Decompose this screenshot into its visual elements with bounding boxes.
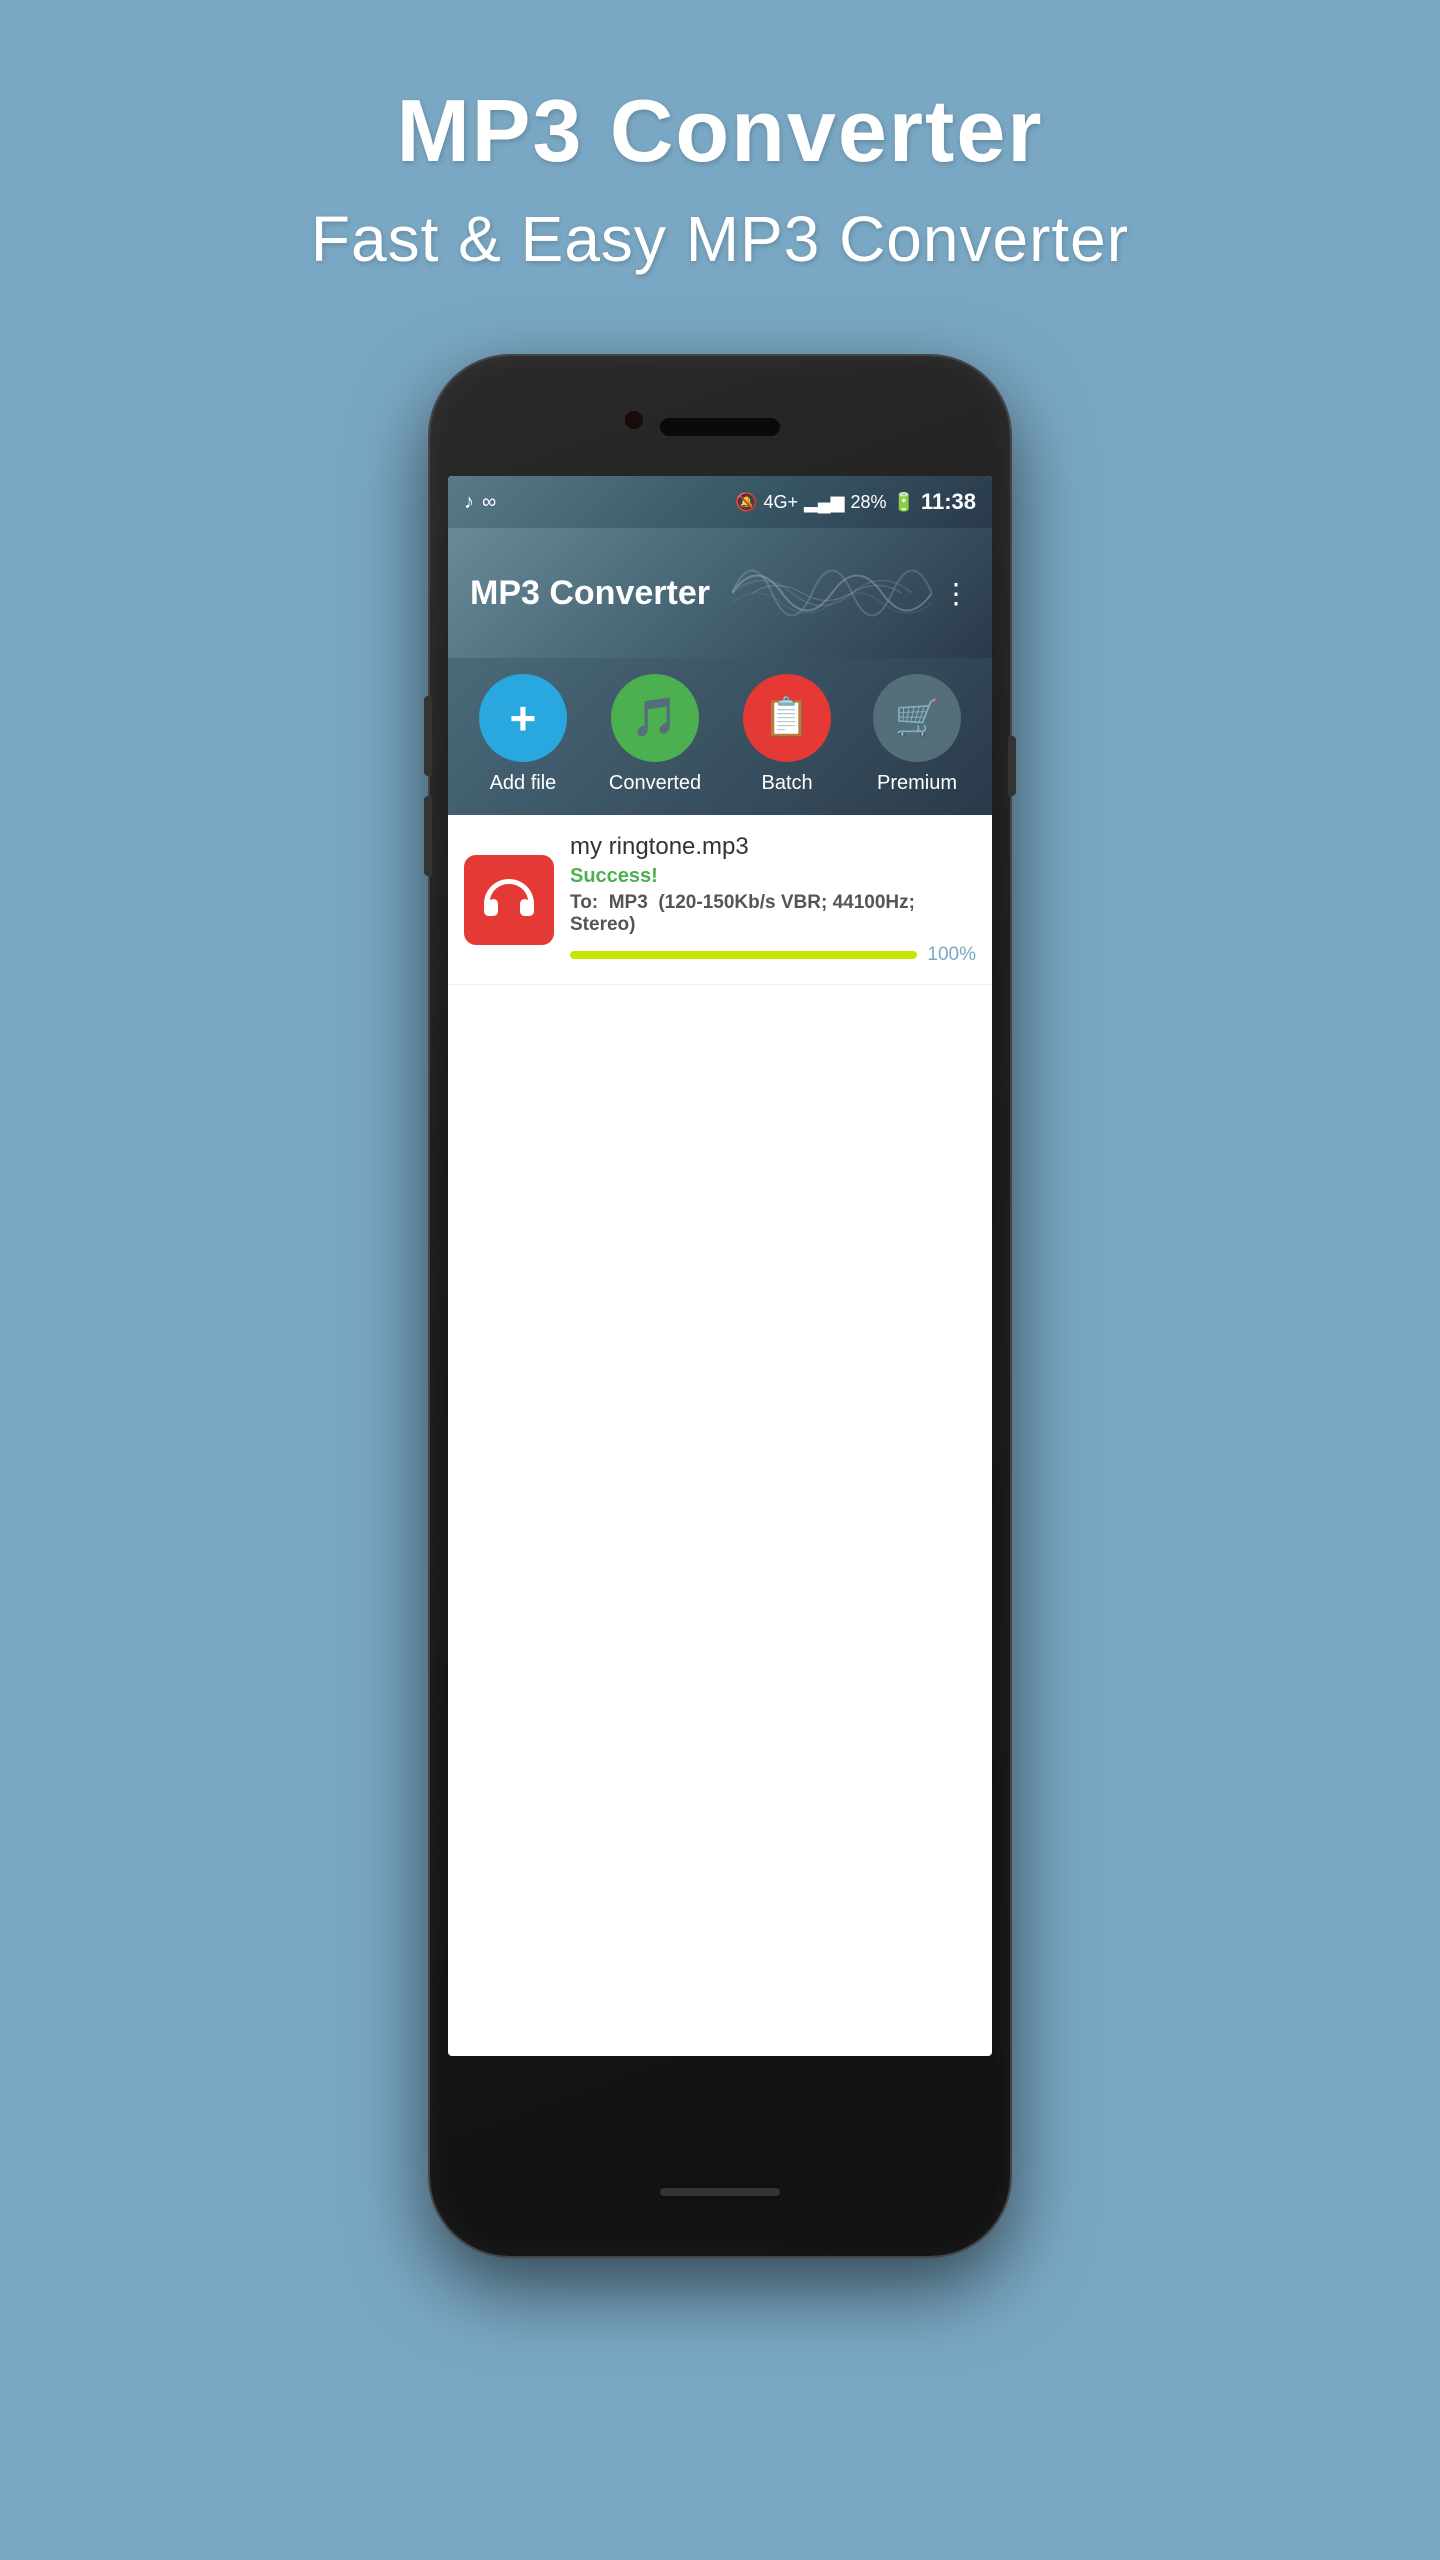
premium-label: Premium: [877, 772, 957, 795]
status-bar: ♪ ∞ 🔕 4G+ ▂▄▆ 28% 🔋 11:38: [448, 476, 992, 528]
converted-label: Converted: [609, 772, 701, 795]
overflow-menu-icon[interactable]: ⋮: [942, 577, 970, 610]
file-info: my ringtone.mp3 Success! To: MP3 (120-15…: [570, 833, 976, 966]
converted-circle: 🎵: [611, 674, 699, 762]
music-icon: ♪: [464, 491, 474, 514]
action-row: + Add file 🎵 Converted 📋 Batch 🛒: [448, 658, 992, 815]
progress-container: 100%: [570, 944, 976, 966]
add-file-label: Add file: [490, 772, 557, 795]
file-name: my ringtone.mp3: [570, 833, 976, 861]
phone-speaker: [660, 418, 780, 436]
format-value: MP3: [609, 892, 648, 913]
add-file-button[interactable]: + Add file: [479, 674, 567, 795]
signal-bars: ▂▄▆: [804, 492, 844, 513]
hero-subtitle: Fast & Easy MP3 Converter: [311, 202, 1129, 276]
status-left: ♪ ∞: [464, 491, 496, 514]
app-title: MP3 Converter: [470, 574, 710, 613]
progress-bar-background: [570, 951, 917, 959]
network-label: 4G+: [764, 492, 799, 513]
batch-button[interactable]: 📋 Batch: [743, 674, 831, 795]
file-music-icon: 🎵: [631, 696, 678, 740]
batch-circle: 📋: [743, 674, 831, 762]
content-area: my ringtone.mp3 Success! To: MP3 (120-15…: [448, 815, 992, 985]
phone-screen: ♪ ∞ 🔕 4G+ ▂▄▆ 28% 🔋 11:38: [448, 476, 992, 2056]
clock: 11:38: [921, 489, 976, 515]
batch-list-icon: 📋: [763, 696, 810, 740]
file-list-item[interactable]: my ringtone.mp3 Success! To: MP3 (120-15…: [448, 815, 992, 985]
add-file-circle: +: [479, 674, 567, 762]
volume-down-button: [424, 796, 432, 876]
home-nav-bar: [660, 2188, 780, 2196]
premium-circle: 🛒: [873, 674, 961, 762]
infinity-icon: ∞: [482, 491, 496, 514]
phone-mockup: ♪ ∞ 🔕 4G+ ▂▄▆ 28% 🔋 11:38: [430, 356, 1010, 2256]
power-button: [1008, 736, 1016, 796]
progress-percentage: 100%: [927, 944, 976, 966]
app-header: MP3 Converter ⋮: [448, 528, 992, 658]
premium-button[interactable]: 🛒 Premium: [873, 674, 961, 795]
header-wave-decoration: [732, 528, 932, 658]
converted-button[interactable]: 🎵 Converted: [609, 674, 701, 795]
front-camera: [625, 411, 643, 429]
format-label: To:: [570, 892, 598, 913]
progress-bar-fill: [570, 951, 917, 959]
file-details: To: MP3 (120-150Kb/s VBR; 44100Hz; Stere…: [570, 892, 976, 936]
hero-title: MP3 Converter: [396, 80, 1043, 182]
battery-icon: 🔋: [893, 492, 915, 513]
sim-icon: 🔕: [735, 492, 757, 513]
file-icon-box: [464, 855, 554, 945]
status-right: 🔕 4G+ ▂▄▆ 28% 🔋 11:38: [735, 489, 976, 515]
cart-icon: 🛒: [895, 697, 940, 739]
battery-pct: 28%: [850, 492, 886, 513]
volume-up-button: [424, 696, 432, 776]
plus-icon: +: [510, 691, 537, 745]
file-status: Success!: [570, 865, 976, 888]
batch-label: Batch: [762, 772, 813, 795]
